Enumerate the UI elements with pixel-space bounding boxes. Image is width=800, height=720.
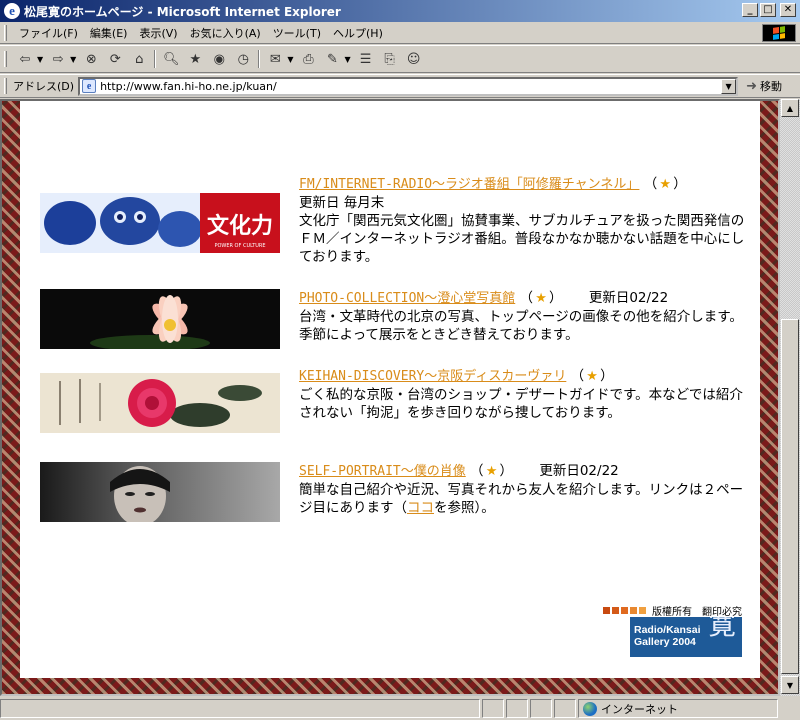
back-icon[interactable]: ⇦ bbox=[14, 48, 36, 70]
badge-kanji: 寛 bbox=[707, 617, 736, 641]
ie-icon: e bbox=[4, 3, 20, 19]
close-button[interactable]: ✕ bbox=[780, 3, 796, 17]
vertical-scrollbar[interactable]: ▲ ▼ bbox=[780, 99, 800, 696]
menu-help[interactable]: ヘルプ(H) bbox=[327, 25, 389, 41]
favorites-icon[interactable]: ★ bbox=[184, 48, 206, 70]
portrait-image[interactable] bbox=[40, 462, 280, 522]
globe-icon bbox=[583, 701, 597, 716]
entry-description-end: を参照）。 bbox=[434, 500, 495, 516]
toolbar: ⇦ ▼ ⇨ ▼ ⊗ ⟳ ⌂ 🔍︎ ★ ◉ ◷ ✉ ▼ ⎙ ✎ ▼ ☰ ⎘ ☺ bbox=[0, 45, 800, 73]
star-icon: ★ bbox=[659, 177, 672, 192]
go-arrow-icon: ➜ bbox=[746, 78, 757, 94]
gallery-badge[interactable]: Radio/Kansai Gallery 2004 寛 bbox=[630, 617, 742, 657]
menu-view[interactable]: 表示(V) bbox=[133, 25, 183, 41]
copyright-text: 版權所有 翻印必究 bbox=[652, 607, 742, 618]
lotus-image[interactable] bbox=[40, 289, 280, 349]
mail-dropdown-icon[interactable]: ▼ bbox=[287, 55, 293, 64]
scroll-thumb[interactable] bbox=[781, 319, 799, 674]
here-link[interactable]: ココ bbox=[407, 500, 434, 516]
portrait-link[interactable]: SELF-PORTRAIT～僕の肖像 bbox=[299, 464, 466, 479]
entry-description: 台湾・文革時代の北京の写真、トップページの画像その他を紹介します。季節によって展… bbox=[299, 309, 743, 343]
page-content: 文化力 POWER OF CULTURE FM/INTERNET-RADIO～ラ… bbox=[20, 101, 760, 678]
star-icon: ★ bbox=[485, 464, 498, 479]
refresh-icon[interactable]: ⟳ bbox=[104, 48, 126, 70]
entry-description: 文化庁「関西元気文化圏」協賛事業、サブカルチュアを扱った関西発信のＦＭ／インター… bbox=[299, 213, 745, 265]
go-button[interactable]: ➜ 移動 bbox=[746, 78, 782, 94]
maximize-button[interactable]: □ bbox=[760, 3, 776, 17]
forward-dropdown-icon[interactable]: ▼ bbox=[70, 55, 76, 64]
zone-label: インターネット bbox=[601, 702, 678, 716]
menu-favorites[interactable]: お気に入り(A) bbox=[184, 25, 267, 41]
updated-text: 更新日02/22 bbox=[588, 290, 669, 306]
forward-icon[interactable]: ⇨ bbox=[47, 48, 69, 70]
home-icon[interactable]: ⌂ bbox=[128, 48, 150, 70]
address-url: http://www.fan.hi-ho.ne.jp/kuan/ bbox=[100, 79, 277, 93]
edit-icon[interactable]: ✎ bbox=[321, 48, 343, 70]
copyright-notice: 版權所有 翻印必究 bbox=[603, 603, 742, 618]
radio-banner-image[interactable]: 文化力 POWER OF CULTURE bbox=[40, 193, 280, 253]
history-icon[interactable]: ◷ bbox=[232, 48, 254, 70]
research-icon[interactable]: ⎘ bbox=[379, 48, 401, 70]
print-icon[interactable]: ⎙ bbox=[297, 48, 319, 70]
window-title: 松尾寛のホームページ - Microsoft Internet Explorer bbox=[24, 4, 341, 19]
go-label: 移動 bbox=[759, 80, 782, 93]
entry-description: 簡単な自己紹介や近況、写真それから友人を紹介します。リンクは２ページ目にあります… bbox=[299, 482, 744, 516]
page-viewport: 文化力 POWER OF CULTURE FM/INTERNET-RADIO～ラ… bbox=[0, 99, 780, 696]
scroll-down-icon[interactable]: ▼ bbox=[781, 676, 799, 694]
discovery-link[interactable]: KEIHAN-DISCOVERY～京阪ディスカーヴァリ bbox=[299, 369, 566, 384]
address-dropdown-icon[interactable]: ▼ bbox=[721, 78, 737, 94]
updated-text: 更新日02/22 bbox=[539, 463, 619, 479]
security-zone: インターネット bbox=[578, 699, 778, 718]
entry-description: ごく私的な京阪・台湾のショップ・デザートガイドです。本などでは紹介されない「拘泥… bbox=[299, 387, 743, 421]
back-dropdown-icon[interactable]: ▼ bbox=[37, 55, 43, 64]
menu-bar: ファイル(F) 編集(E) 表示(V) お気に入り(A) ツール(T) ヘルプ(… bbox=[0, 22, 800, 44]
address-label: アドレス(D) bbox=[13, 80, 75, 93]
menu-edit[interactable]: 編集(E) bbox=[84, 25, 134, 41]
media-icon[interactable]: ◉ bbox=[208, 48, 230, 70]
edit-dropdown-icon[interactable]: ▼ bbox=[344, 55, 350, 64]
updated-text: 更新日 毎月末 bbox=[299, 195, 385, 211]
minimize-button[interactable]: _ bbox=[742, 3, 758, 17]
address-bar: アドレス(D) e http://www.fan.hi-ho.ne.jp/kua… bbox=[0, 74, 800, 98]
scroll-up-icon[interactable]: ▲ bbox=[781, 99, 799, 117]
radio-banner-caption: 文化力 bbox=[207, 213, 273, 239]
title-bar: e 松尾寛のホームページ - Microsoft Internet Explor… bbox=[0, 0, 800, 22]
windows-logo-icon bbox=[762, 24, 796, 42]
menu-file[interactable]: ファイル(F) bbox=[13, 25, 84, 41]
radio-link[interactable]: FM/INTERNET-RADIO～ラジオ番組「阿修羅チャンネル」 bbox=[299, 177, 639, 192]
search-icon[interactable]: 🔍︎ bbox=[160, 48, 182, 70]
mail-icon[interactable]: ✉ bbox=[264, 48, 286, 70]
radio-banner-subcaption: POWER OF CULTURE bbox=[214, 243, 265, 249]
messenger-icon[interactable]: ☺ bbox=[403, 48, 425, 70]
decorative-squares bbox=[603, 607, 646, 614]
menu-tools[interactable]: ツール(T) bbox=[267, 25, 327, 41]
star-icon: ★ bbox=[535, 291, 547, 306]
status-bar: インターネット bbox=[0, 697, 800, 720]
peony-image[interactable] bbox=[40, 373, 280, 433]
stop-icon[interactable]: ⊗ bbox=[80, 48, 102, 70]
page-icon: e bbox=[82, 79, 97, 93]
photo-link[interactable]: PHOTO-COLLECTION～澄心堂写真館 bbox=[299, 291, 515, 306]
star-icon: ★ bbox=[586, 369, 598, 384]
discuss-icon[interactable]: ☰ bbox=[355, 48, 377, 70]
address-input[interactable]: e http://www.fan.hi-ho.ne.jp/kuan/ ▼ bbox=[78, 76, 739, 96]
